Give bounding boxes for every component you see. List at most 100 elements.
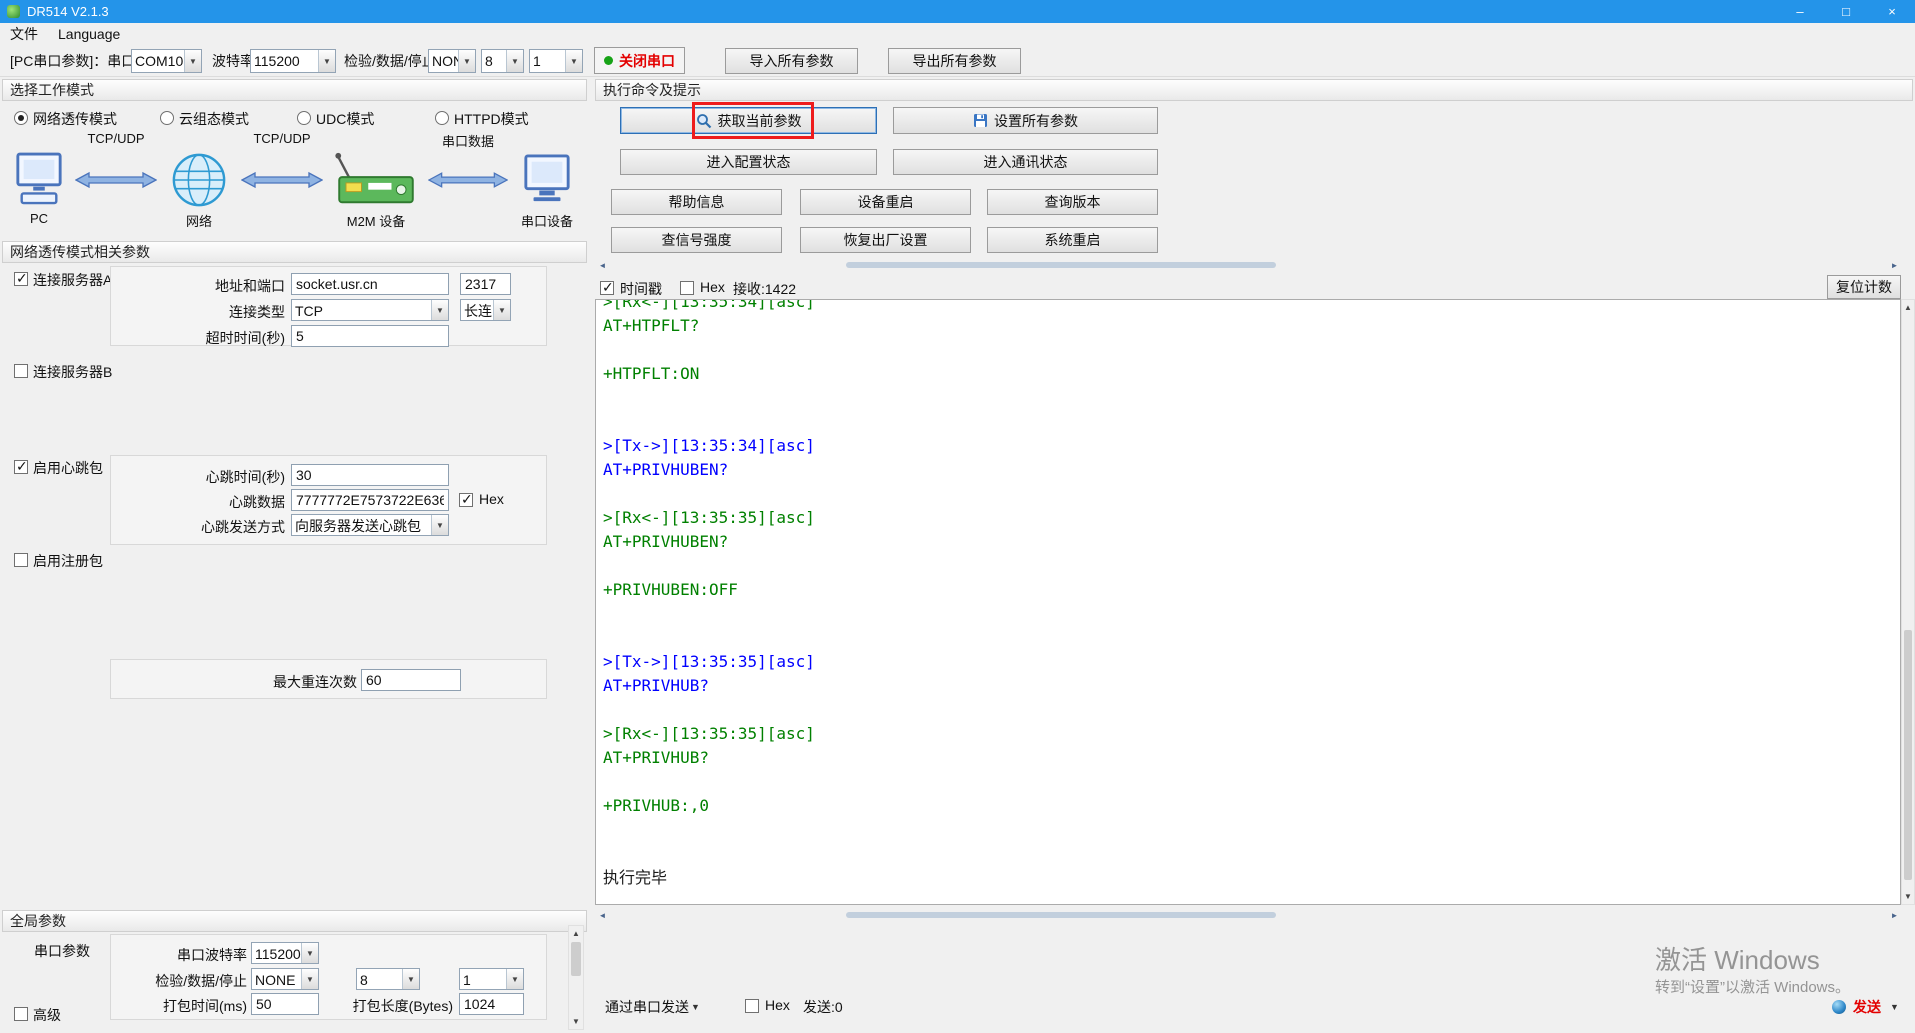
scrollbar-thumb[interactable] — [846, 262, 1276, 268]
radio-mode-httpd[interactable] — [435, 111, 449, 125]
label-server-a[interactable]: 连接服务器A — [33, 270, 112, 290]
databits-select[interactable]: 8 ▼ — [481, 49, 524, 73]
factory-reset-button[interactable]: 恢复出厂设置 — [800, 227, 971, 253]
device-reboot-button[interactable]: 设备重启 — [800, 189, 971, 215]
query-version-button[interactable]: 查询版本 — [987, 189, 1158, 215]
enter-comm-button[interactable]: 进入通讯状态 — [893, 149, 1158, 175]
label-timestamp[interactable]: 时间戳 — [620, 279, 662, 299]
send-via-dropdown[interactable]: 通过串口发送 — [605, 997, 689, 1017]
minimize-icon[interactable]: – — [1777, 0, 1823, 23]
stopbits-select[interactable]: 1 ▼ — [529, 49, 583, 73]
chevron-down-icon[interactable]: ▼ — [1890, 1002, 1899, 1012]
label-hb-hex[interactable]: Hex — [479, 491, 504, 507]
log-hscrollbar[interactable]: ◄ ► — [596, 910, 1901, 920]
import-params-button[interactable]: 导入所有参数 — [725, 48, 858, 74]
mode-label-transparent[interactable]: 网络透传模式 — [33, 109, 117, 129]
mode-label-httpd[interactable]: HTTPD模式 — [454, 109, 529, 129]
chevron-down-icon[interactable]: ▼ — [691, 1002, 700, 1012]
mode-label-cloud[interactable]: 云组态模式 — [179, 109, 249, 129]
set-params-button[interactable]: 设置所有参数 — [893, 107, 1158, 134]
scroll-right-icon[interactable]: ► — [1888, 910, 1901, 920]
chevron-down-icon: ▼ — [506, 50, 523, 72]
hb-mode-select[interactable]: 向服务器发送心跳包 ▼ — [291, 514, 449, 536]
get-params-button[interactable]: 获取当前参数 — [620, 107, 877, 134]
scroll-down-icon[interactable]: ▼ — [569, 1014, 583, 1029]
enter-config-button[interactable]: 进入配置状态 — [620, 149, 877, 175]
hb-time-input[interactable] — [291, 464, 449, 486]
scrollbar-thumb[interactable] — [571, 942, 581, 976]
g-baud-select[interactable]: 115200 ▼ — [251, 942, 319, 964]
pack-len-input[interactable] — [459, 993, 524, 1015]
send-button[interactable]: 发送 — [1853, 997, 1881, 1017]
baud-select[interactable]: 115200 ▼ — [250, 49, 336, 73]
label-register[interactable]: 启用注册包 — [33, 551, 103, 571]
search-icon — [696, 113, 711, 128]
g-pds-label: 检验/数据/停止 — [155, 973, 247, 989]
checkbox-heartbeat[interactable] — [14, 458, 28, 475]
scroll-left-icon[interactable]: ◄ — [596, 260, 609, 270]
checkbox-server-a[interactable] — [14, 270, 28, 287]
menu-file[interactable]: 文件 — [0, 23, 48, 45]
group-reconnect: 最大重连次数 — [110, 659, 547, 699]
pack-len-label: 打包长度(Bytes) — [352, 998, 453, 1014]
log-vscrollbar[interactable]: ▲ ▼ — [1901, 299, 1915, 905]
checkbox-server-b[interactable] — [14, 364, 28, 378]
server-port-input[interactable] — [460, 273, 511, 295]
scroll-down-icon[interactable]: ▼ — [1902, 889, 1914, 904]
pack-time-input[interactable] — [251, 993, 319, 1015]
reconnect-input[interactable] — [361, 669, 461, 691]
scroll-up-icon[interactable]: ▲ — [569, 926, 583, 941]
checkbox-hb-hex[interactable] — [459, 491, 473, 508]
radio-mode-cloud[interactable] — [160, 111, 174, 125]
close-icon[interactable]: × — [1869, 0, 1915, 23]
label-recv-hex[interactable]: Hex — [700, 279, 725, 295]
signal-strength-button[interactable]: 查信号强度 — [611, 227, 782, 253]
parity-data-stop-label: 检验/数据/停止 — [344, 53, 436, 69]
timeout-input[interactable] — [291, 325, 449, 347]
checkbox-advanced[interactable] — [14, 1007, 28, 1021]
label-server-b[interactable]: 连接服务器B — [33, 362, 112, 382]
log-line: AT+HTPFLT? — [603, 316, 700, 335]
mode-label-udc[interactable]: UDC模式 — [316, 109, 374, 129]
scrollbar-thumb[interactable] — [846, 912, 1276, 918]
label-heartbeat[interactable]: 启用心跳包 — [33, 458, 103, 478]
scrollbar-thumb[interactable] — [1904, 630, 1912, 880]
reset-count-button[interactable]: 复位计数 — [1827, 275, 1901, 299]
log-line: >[Tx->][13:35:35][asc] — [603, 652, 815, 671]
radio-mode-transparent[interactable] — [14, 111, 28, 125]
log-line: 执行完毕 — [603, 868, 668, 887]
g-databits-select[interactable]: 8 ▼ — [356, 968, 420, 990]
scroll-right-icon[interactable]: ► — [1888, 260, 1901, 270]
parity-select[interactable]: NONE▼ — [428, 49, 476, 73]
checkbox-register[interactable] — [14, 553, 28, 567]
checkbox-send-hex[interactable] — [745, 999, 759, 1013]
maximize-icon[interactable]: □ — [1823, 0, 1869, 23]
com-port-select[interactable]: COM10 ▼ — [131, 49, 202, 73]
chevron-down-icon: ▼ — [493, 300, 510, 320]
radio-mode-udc[interactable] — [297, 111, 311, 125]
windows-activation-watermark-sub: 转到“设置”以激活 Windows。 — [1655, 979, 1851, 996]
label-send-hex[interactable]: Hex — [765, 997, 790, 1013]
checkbox-recv-hex[interactable] — [680, 281, 694, 295]
system-reboot-button[interactable]: 系统重启 — [987, 227, 1158, 253]
left-panel-scrollbar[interactable]: ▲ ▼ — [568, 925, 584, 1030]
help-button[interactable]: 帮助信息 — [611, 189, 782, 215]
log-line: AT+PRIVHUB? — [603, 748, 709, 767]
close-port-button[interactable]: 关闭串口 — [594, 47, 685, 74]
scroll-left-icon[interactable]: ◄ — [596, 910, 609, 920]
hb-data-input[interactable] — [291, 489, 449, 511]
menu-language[interactable]: Language — [48, 23, 130, 45]
conn-keep-select[interactable]: 长连 ▼ — [460, 299, 511, 321]
log-area[interactable]: >[Rx<-][13:35:34][asc] AT+HTPFLT? +HTPFLT… — [595, 299, 1901, 905]
double-arrow-icon — [241, 171, 323, 189]
log-line: +HTPFLT:ON — [603, 364, 700, 383]
label-advanced[interactable]: 高级 — [33, 1005, 61, 1025]
checkbox-timestamp[interactable] — [600, 279, 614, 296]
conn-type-select[interactable]: TCP ▼ — [291, 299, 449, 321]
export-params-button[interactable]: 导出所有参数 — [888, 48, 1021, 74]
server-address-input[interactable] — [291, 273, 449, 295]
g-parity-select[interactable]: NONE ▼ — [251, 968, 319, 990]
commands-hscrollbar[interactable]: ◄ ► — [596, 260, 1901, 270]
scroll-up-icon[interactable]: ▲ — [1902, 300, 1914, 315]
g-stopbits-select[interactable]: 1 ▼ — [459, 968, 524, 990]
